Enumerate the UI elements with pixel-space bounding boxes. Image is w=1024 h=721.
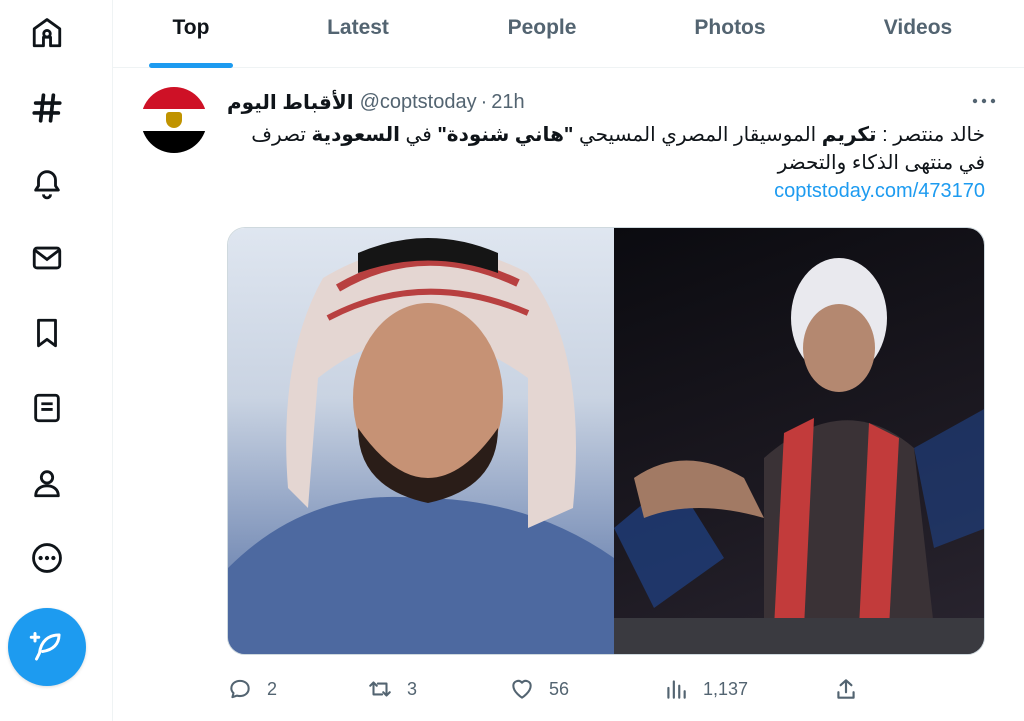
tab-label: Videos [883, 16, 953, 39]
views-count: 1,137 [703, 678, 749, 699]
views-chart-icon [667, 680, 686, 699]
notifications-bell-icon [34, 170, 60, 200]
heart-icon [512, 679, 532, 699]
nav-lists[interactable] [22, 383, 72, 433]
tweet-header: الأقباط اليوم @coptstoday · 21h [227, 89, 525, 115]
tab-label: Top [172, 16, 210, 39]
active-tab-indicator [149, 63, 233, 68]
more-circle-icon [32, 543, 62, 573]
tweet[interactable]: الأقباط اليوم @coptstoday · 21h خالد منت… [113, 69, 1024, 721]
share-button[interactable] [833, 671, 873, 707]
tweet-actions: 2 3 56 1,137 [227, 671, 867, 707]
retweet-icon [369, 681, 391, 697]
tab-latest[interactable]: Latest [269, 0, 447, 68]
home-icon [32, 18, 62, 48]
profile-person-icon [34, 470, 60, 498]
compose-feather-icon [29, 632, 61, 661]
more-options-button[interactable] [969, 89, 999, 113]
reply-icon [230, 679, 250, 699]
nav-profile[interactable] [22, 458, 72, 508]
separator-dot: · [480, 90, 488, 113]
views-button[interactable]: 1,137 [663, 671, 748, 707]
lists-icon [34, 393, 60, 423]
main-column: Top Latest People Photos Videos الأقباط … [112, 0, 1024, 721]
reply-count: 2 [267, 678, 278, 699]
like-button[interactable]: 56 [509, 671, 569, 707]
share-upload-icon [837, 679, 855, 699]
eagle-emblem-icon [166, 111, 182, 128]
more-dots-icon [972, 98, 996, 104]
nav-explore[interactable] [22, 83, 72, 133]
tweet-text: خالد منتصر : تكريم الموسيقار المصري المس… [227, 121, 985, 205]
person-photo-right [614, 258, 984, 654]
media-photo-right[interactable] [614, 228, 984, 654]
tab-label: Photos [694, 16, 766, 39]
side-nav [0, 0, 112, 721]
retweet-count: 3 [407, 678, 418, 699]
tweet-media[interactable] [227, 227, 985, 655]
like-count: 56 [549, 678, 570, 699]
messages-envelope-icon [32, 246, 62, 270]
nav-notifications[interactable] [22, 158, 72, 208]
person-photo-left [228, 238, 614, 654]
tab-label: People [507, 16, 577, 39]
retweet-button[interactable]: 3 [367, 671, 417, 707]
tab-people[interactable]: People [447, 0, 637, 68]
media-photo-left[interactable] [228, 228, 614, 654]
author-name[interactable]: الأقباط اليوم [227, 90, 354, 115]
nav-messages[interactable] [22, 233, 72, 283]
nav-more[interactable] [22, 533, 72, 583]
tweet-time[interactable]: 21h [491, 91, 524, 114]
bookmarks-icon [37, 318, 57, 348]
nav-bookmarks[interactable] [22, 308, 72, 358]
avatar[interactable] [141, 87, 207, 153]
tab-videos[interactable]: Videos [823, 0, 1013, 68]
tweet-link[interactable]: coptstoday.com/473170 [227, 177, 985, 205]
compose-tweet-button[interactable] [8, 608, 86, 686]
nav-home[interactable] [22, 8, 72, 58]
search-tabs: Top Latest People Photos Videos [113, 0, 1024, 68]
tab-photos[interactable]: Photos [637, 0, 823, 68]
author-handle[interactable]: @coptstoday [360, 91, 477, 114]
tab-label: Latest [327, 16, 389, 39]
explore-hashtag-icon [32, 93, 62, 123]
tab-top[interactable]: Top [113, 0, 269, 68]
reply-button[interactable]: 2 [227, 671, 277, 707]
